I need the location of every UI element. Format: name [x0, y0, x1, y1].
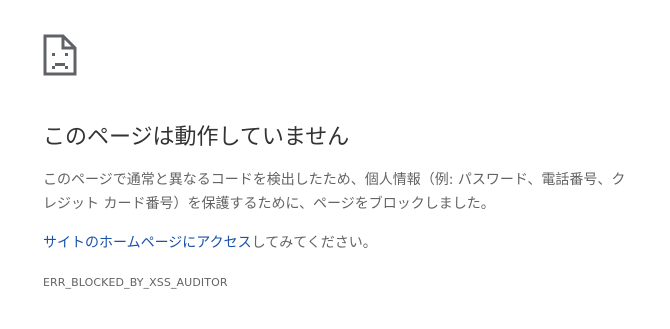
error-page: このページは動作していません このページで通常と異なるコードを検出したため、個人…	[0, 0, 670, 329]
suggestion-text: サイトのホームページにアクセスしてみてください。	[43, 231, 377, 255]
page-title: このページは動作していません	[43, 125, 350, 150]
error-code: ERR_BLOCKED_BY_XSS_AUDITOR	[43, 276, 228, 289]
error-description: このページで通常と異なるコードを検出したため、個人情報（例: パスワード、電話番…	[43, 172, 626, 212]
sad-page-icon	[43, 34, 77, 76]
suggestion-rest: してみてください。	[251, 235, 377, 251]
homepage-link[interactable]: サイトのホームページにアクセス	[43, 235, 252, 251]
